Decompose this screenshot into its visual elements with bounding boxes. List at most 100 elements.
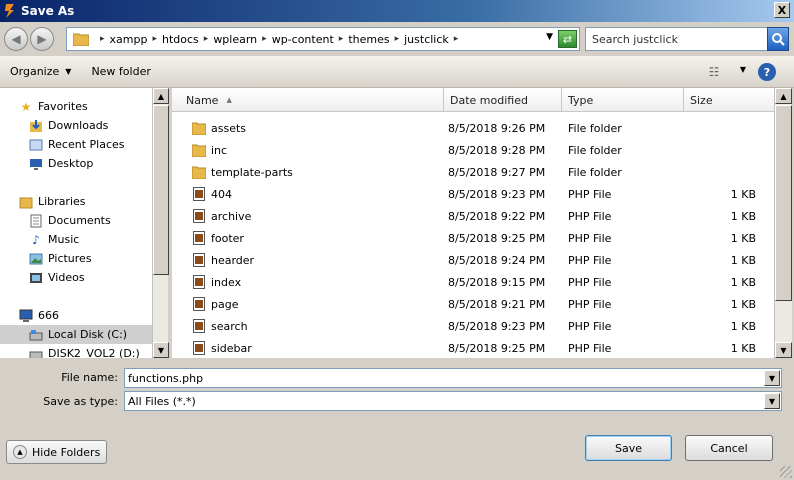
file-row[interactable]: footer 8/5/2018 9:25 PM PHP File 1 KB	[172, 227, 774, 249]
breadcrumb-separator-icon[interactable]: ▸	[204, 34, 209, 44]
address-row: ◀ ▶ ▸ xampp ▸ htdocs ▸ wplearn ▸ wp-cont…	[0, 22, 794, 56]
scroll-up-icon[interactable]: ▲	[775, 88, 792, 104]
computer-label: 666	[38, 309, 59, 322]
nav-item-label: Desktop	[48, 157, 94, 170]
nav-item-local-disk-c[interactable]: Local Disk (C:)	[0, 325, 152, 344]
column-header-name[interactable]: Name ▲	[172, 88, 444, 112]
breadcrumb-separator-icon[interactable]: ▸	[262, 34, 267, 44]
filetype-select[interactable]: All Files (*.*) ▼	[124, 391, 782, 411]
computer-header[interactable]: 666	[0, 306, 152, 325]
file-name-cell: template-parts	[192, 161, 293, 183]
column-size-label: Size	[690, 93, 713, 107]
save-button[interactable]: Save	[585, 435, 672, 461]
breadcrumb-separator-icon[interactable]: ▸	[100, 34, 105, 44]
folder-icon	[192, 142, 206, 158]
column-type-label: Type	[568, 93, 594, 107]
file-row[interactable]: page 8/5/2018 9:21 PM PHP File 1 KB	[172, 293, 774, 315]
file-name: sidebar	[211, 341, 252, 355]
breadcrumb-item[interactable]: themes	[348, 33, 389, 46]
nav-item-label: Recent Places	[48, 138, 125, 151]
column-date-label: Date modified	[450, 93, 528, 107]
organize-button[interactable]: Organize ▼	[0, 65, 81, 78]
view-dropdown-icon[interactable]: ▼	[740, 65, 746, 74]
forward-button[interactable]: ▶	[30, 27, 54, 51]
scroll-down-icon[interactable]: ▼	[775, 342, 792, 358]
file-row[interactable]: index 8/5/2018 9:15 PM PHP File 1 KB	[172, 271, 774, 293]
resize-grip-icon[interactable]	[780, 466, 792, 478]
file-row[interactable]: assets 8/5/2018 9:26 PM File folder	[172, 117, 774, 139]
address-dropdown-icon[interactable]: ▼	[546, 32, 553, 42]
file-row[interactable]: inc 8/5/2018 9:28 PM File folder	[172, 139, 774, 161]
refresh-button[interactable]: ⇄	[558, 30, 577, 48]
column-header-size[interactable]: Size	[684, 88, 774, 112]
file-name: assets	[211, 121, 247, 135]
file-row[interactable]: search 8/5/2018 9:23 PM PHP File 1 KB	[172, 315, 774, 337]
file-type: PHP File	[568, 297, 612, 311]
breadcrumb-separator-icon[interactable]: ▸	[152, 34, 157, 44]
star-icon: ★	[20, 99, 32, 114]
file-size	[684, 139, 756, 161]
php-file-icon	[192, 252, 206, 268]
file-row[interactable]: 404 8/5/2018 9:23 PM PHP File 1 KB	[172, 183, 774, 205]
title-bar: Save As X	[0, 0, 794, 22]
close-button[interactable]: X	[774, 2, 790, 18]
organize-label: Organize	[10, 65, 60, 78]
nav-item-label: Local Disk (C:)	[48, 328, 128, 341]
breadcrumb-item[interactable]: xampp	[110, 33, 148, 46]
breadcrumb-separator-icon[interactable]: ▸	[395, 34, 400, 44]
nav-item-disk2-vol2-d[interactable]: DISK2_VOL2 (D:)	[0, 344, 152, 358]
file-size	[684, 117, 756, 139]
nav-item-desktop[interactable]: Desktop	[0, 154, 152, 173]
nav-item-videos[interactable]: Videos	[0, 268, 152, 287]
breadcrumb-item[interactable]: wplearn	[213, 33, 257, 46]
breadcrumb-item[interactable]: justclick	[404, 33, 449, 46]
hide-folders-button[interactable]: ▲ Hide Folders	[6, 440, 108, 464]
file-list-scrollbar[interactable]: ▲ ▼	[774, 88, 792, 358]
nav-item-music[interactable]: ♪ Music	[0, 230, 152, 249]
file-name-cell: 404	[192, 183, 232, 205]
cancel-button[interactable]: Cancel	[685, 435, 773, 461]
music-icon: ♪	[32, 232, 40, 247]
breadcrumb-item[interactable]: htdocs	[162, 33, 199, 46]
file-name: hearder	[211, 253, 255, 267]
navigation-scrollbar[interactable]: ▲ ▼	[152, 88, 169, 358]
file-name: footer	[211, 231, 244, 245]
new-folder-button[interactable]: New folder	[81, 65, 160, 78]
breadcrumb-separator-icon[interactable]: ▸	[339, 34, 344, 44]
back-button[interactable]: ◀	[4, 27, 28, 51]
nav-item-pictures[interactable]: Pictures	[0, 249, 152, 268]
hard-drive-icon	[28, 346, 44, 358]
file-size: 1 KB	[730, 275, 756, 289]
breadcrumb-item[interactable]: wp-content	[272, 33, 334, 46]
nav-item-downloads[interactable]: Downloads	[0, 116, 152, 135]
computer-group: 666 Local Disk (C:) DISK2_VOL2 (D:)	[0, 306, 152, 358]
help-icon[interactable]: ?	[758, 63, 776, 81]
address-bar[interactable]: ▸ xampp ▸ htdocs ▸ wplearn ▸ wp-content …	[66, 27, 580, 51]
column-header-date[interactable]: Date modified	[444, 88, 562, 112]
filename-value: functions.php	[128, 371, 204, 385]
scroll-up-icon[interactable]: ▲	[153, 88, 169, 104]
column-header-type[interactable]: Type	[562, 88, 684, 112]
chevron-down-icon[interactable]: ▼	[764, 393, 780, 409]
file-row[interactable]: archive 8/5/2018 9:22 PM PHP File 1 KB	[172, 205, 774, 227]
nav-item-documents[interactable]: Documents	[0, 211, 152, 230]
search-input[interactable]: Search justclick	[585, 27, 768, 51]
favorites-header[interactable]: ★ Favorites	[0, 97, 152, 116]
file-row[interactable]: hearder 8/5/2018 9:24 PM PHP File 1 KB	[172, 249, 774, 271]
file-row[interactable]: sidebar 8/5/2018 9:25 PM PHP File 1 KB	[172, 337, 774, 358]
search-button[interactable]	[767, 27, 789, 51]
libraries-header[interactable]: Libraries	[0, 192, 152, 211]
scroll-thumb[interactable]	[153, 105, 169, 275]
chevron-down-icon[interactable]: ▼	[764, 370, 780, 386]
breadcrumb-separator-icon[interactable]: ▸	[454, 34, 459, 44]
nav-item-recent-places[interactable]: Recent Places	[0, 135, 152, 154]
scroll-thumb[interactable]	[775, 105, 792, 301]
file-size: 1 KB	[730, 319, 756, 333]
file-row[interactable]: template-parts 8/5/2018 9:27 PM File folde…	[172, 161, 774, 183]
breadcrumb: ▸ xampp ▸ htdocs ▸ wplearn ▸ wp-content …	[95, 33, 463, 46]
column-header-row: Name ▲ Date modified Type Size	[172, 88, 774, 112]
filename-input[interactable]: functions.php ▼	[124, 368, 782, 388]
file-list: Name ▲ Date modified Type Size assets 8/5…	[172, 88, 774, 358]
view-options-icon[interactable]: ☷	[706, 64, 722, 80]
scroll-down-icon[interactable]: ▼	[153, 342, 169, 358]
